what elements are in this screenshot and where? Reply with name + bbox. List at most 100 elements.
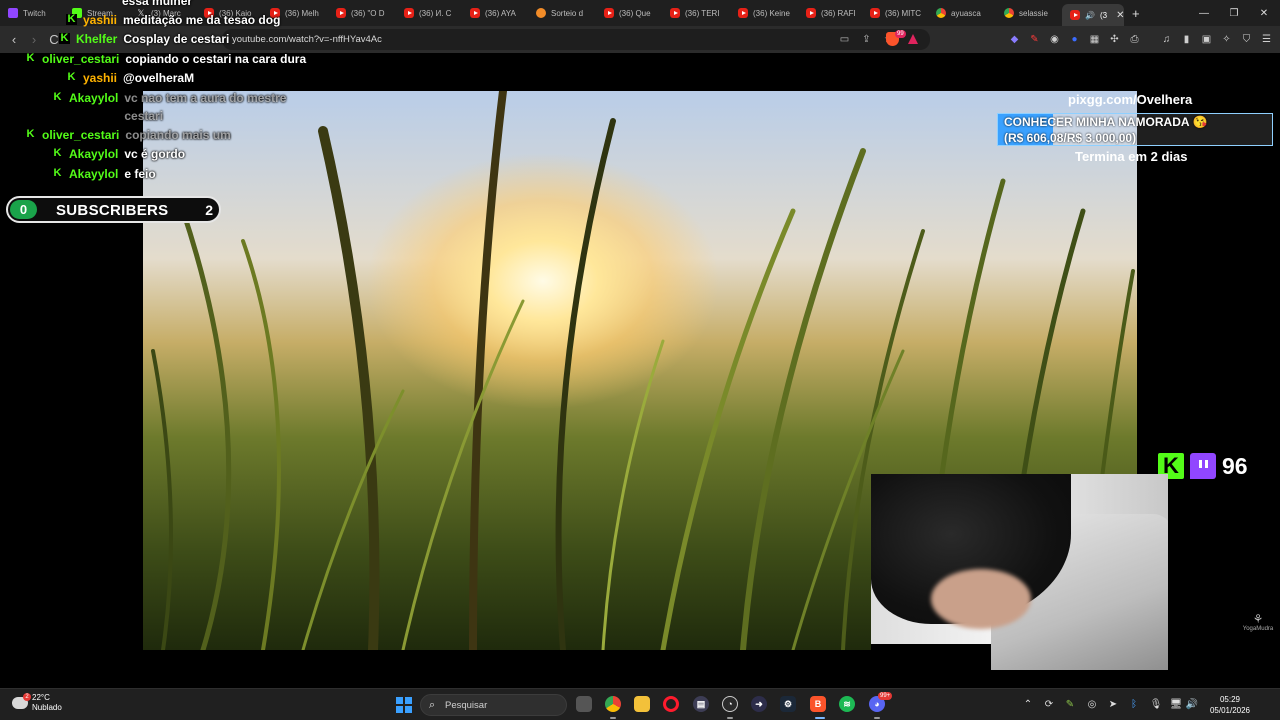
weather-badge: 2 <box>23 693 31 701</box>
extension-icon[interactable]: ● <box>1068 33 1081 46</box>
tray-app-icon[interactable]: ✎ <box>1064 698 1076 710</box>
app-icon[interactable]: ➜ <box>751 696 767 712</box>
kick-badge-icon: K <box>52 167 63 179</box>
obs-icon[interactable]: ◔ <box>722 696 738 712</box>
tab-youtube[interactable]: (36) И. С <box>396 0 462 26</box>
chat-text: @ovelheraM <box>123 71 195 85</box>
leo-ai-icon[interactable]: ✧ <box>1220 33 1233 46</box>
tab-youtube[interactable]: (36) Keine <box>730 0 798 26</box>
youtube-icon <box>738 8 748 18</box>
tab-youtube[interactable]: (36) MITC <box>862 0 928 26</box>
youtube-icon <box>404 8 414 18</box>
tab-youtube[interactable]: (36) RAFI <box>798 0 862 26</box>
url-bar[interactable]: youtube.com/watch?v=-nffHYav4Ac ▭ ⇪ ☆ <box>222 29 930 50</box>
taskbar-search[interactable]: ⌕ Pesquisar <box>420 694 567 716</box>
tab-active[interactable]: 🔊 (3 ✕ <box>1062 4 1124 26</box>
opera-icon[interactable] <box>663 696 679 712</box>
tab-label: (36) "O D <box>351 8 385 18</box>
close-window-button[interactable]: ✕ <box>1248 0 1280 26</box>
tab-label: selassie <box>1019 8 1048 18</box>
chat-text-block: vc nao tem a aura do mestre cestari <box>124 89 286 125</box>
wallet-icon[interactable]: ▣ <box>1200 33 1213 46</box>
bluetooth-icon[interactable]: ᛒ <box>1128 698 1140 710</box>
tab-sorteio[interactable]: Sorteio d <box>528 0 596 26</box>
tab-twitch[interactable]: Twitch <box>0 0 64 26</box>
kick-badge-icon: K <box>25 52 36 64</box>
youtube-icon <box>670 8 680 18</box>
close-tab-icon[interactable]: ✕ <box>1116 10 1124 21</box>
weather-temp: 22°C <box>32 693 50 702</box>
puzzle-icon[interactable]: ✣ <box>1108 33 1121 46</box>
brave-rewards-icon[interactable] <box>908 34 918 44</box>
share-icon[interactable]: ⇪ <box>860 33 873 46</box>
lotus-icon: ⚘ <box>1252 612 1264 626</box>
tab-google[interactable]: ayuasca <box>928 0 996 26</box>
tab-youtube[interactable]: (36) Que <box>596 0 662 26</box>
task-view-icon[interactable] <box>576 696 592 712</box>
chat-text: copiando mais um <box>125 128 231 142</box>
extension-icon[interactable]: ▦ <box>1088 33 1101 46</box>
forward-button[interactable]: › <box>26 31 42 47</box>
minimize-button[interactable]: — <box>1188 0 1220 26</box>
back-button[interactable]: ‹ <box>6 31 22 47</box>
tray-app-icon[interactable]: ➤ <box>1107 698 1119 710</box>
chat-username: Khelfer <box>76 32 118 46</box>
network-icon[interactable]: 🖥 <box>1170 698 1183 710</box>
media-icon[interactable]: ♫ <box>1160 33 1173 46</box>
tray-app-icon[interactable]: ◎ <box>1086 698 1098 710</box>
vpn-icon[interactable]: ⛉ <box>1240 33 1253 46</box>
chat-text: cestari <box>124 109 164 123</box>
new-tab-button[interactable]: + <box>1124 0 1148 26</box>
pix-goal-bar: CONHECER MINHA NAMORADA 😘 (R$ 606,08/R$ … <box>997 113 1273 146</box>
sync-icon[interactable]: ⟳ <box>1043 698 1055 710</box>
chat-text: copiando o cestari na cara dura <box>125 52 307 66</box>
tab-google[interactable]: selassie <box>996 0 1062 26</box>
chevron-up-icon[interactable]: ⌃ <box>1022 698 1034 710</box>
sidebar-icon[interactable]: ▮ <box>1180 33 1193 46</box>
chat-message: K oliver_cestari copiando mais um <box>25 128 231 142</box>
chat-username: yashii <box>83 71 118 85</box>
watermark: ⚘ YogaMudra <box>1240 612 1276 632</box>
menu-icon[interactable]: ☰ <box>1260 33 1273 46</box>
steam-icon[interactable]: ⚙ <box>780 696 796 712</box>
chrome-icon[interactable] <box>605 696 621 712</box>
app-icon[interactable]: ▤ <box>693 696 709 712</box>
clock-date: 05/01/2026 <box>1209 706 1251 715</box>
tab-label: (36) MITC <box>885 8 921 18</box>
twitch-logo-icon <box>1190 453 1216 479</box>
tab-youtube[interactable]: (36) AYA <box>462 0 528 26</box>
tab-label: (36) TERI <box>685 8 720 18</box>
spotify-icon[interactable]: ≋ <box>839 696 855 712</box>
chat-text: e feio <box>124 167 156 181</box>
tab-label: (36) Melh <box>285 8 319 18</box>
weather-widget[interactable]: 2 22°C Nublado <box>12 693 62 713</box>
extension-icon[interactable]: ✎ <box>1028 33 1041 46</box>
extension-icon[interactable]: ◉ <box>1048 33 1061 46</box>
chat-username: Akayylol <box>69 167 119 181</box>
discord-badge: 99+ <box>878 692 893 700</box>
screenshot-icon[interactable]: ⎙ <box>1128 33 1141 46</box>
cast-icon[interactable]: ▭ <box>838 33 851 46</box>
chat-message: K Akayylol vc é gordo <box>52 147 185 161</box>
chat-message: K Akayylol vc nao tem a aura do mestre c… <box>52 91 286 125</box>
chat-message: K Khelfer Cosplay de cestari <box>59 32 229 46</box>
tab-youtube[interactable]: (36) "O D <box>328 0 396 26</box>
tab-label: (3 <box>1099 10 1108 20</box>
chat-message: K Akayylol e feio <box>52 167 156 181</box>
restore-button[interactable]: ❐ <box>1218 0 1250 26</box>
system-clock[interactable]: 05:29 05/01/2026 <box>1202 694 1258 716</box>
running-indicator <box>727 717 733 719</box>
tab-label: (36) И. С <box>419 8 452 18</box>
tab-youtube[interactable]: (36) TERI <box>662 0 730 26</box>
brave-taskbar-icon[interactable]: B <box>810 696 826 712</box>
subscriber-count: 0 <box>10 200 37 219</box>
chat-message: K yashii meditação me da tesao dog <box>66 13 280 27</box>
viewer-count: 96 <box>1222 452 1248 479</box>
windows-start-icon[interactable] <box>396 697 412 713</box>
chat-username: Akayylol <box>69 147 119 161</box>
google-icon <box>1004 8 1014 18</box>
file-explorer-icon[interactable] <box>634 696 650 712</box>
volume-icon[interactable]: 🔊 <box>1186 698 1198 710</box>
microphone-icon[interactable]: 🎙 <box>1150 698 1163 710</box>
extension-icon[interactable]: ◆ <box>1008 33 1021 46</box>
